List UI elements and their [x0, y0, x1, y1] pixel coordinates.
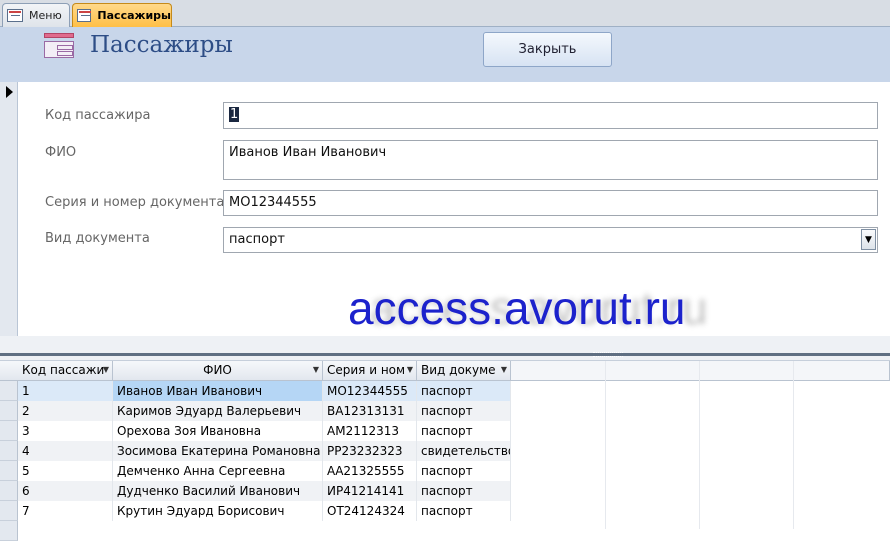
- column-header-id[interactable]: Код пассажи ▼: [18, 361, 113, 381]
- cell-doc-number[interactable]: ОТ24124324: [323, 501, 417, 521]
- cell-fio[interactable]: Демченко Анна Сергеевна: [113, 461, 323, 481]
- watermark-text: access.avorut.ru: [348, 282, 686, 334]
- cell-doc-type[interactable]: паспорт: [417, 421, 511, 441]
- column-header-fio-label: ФИО: [203, 363, 232, 377]
- doc-type-select[interactable]: паспорт ▼: [223, 227, 878, 253]
- doc-number-field[interactable]: МО12344555: [223, 190, 878, 216]
- passenger-id-field[interactable]: 1: [223, 102, 878, 129]
- cell-id[interactable]: 7: [18, 501, 113, 521]
- sort-dropdown-icon[interactable]: ▼: [313, 365, 319, 374]
- document-tab-bar: Меню Пассажиры: [0, 0, 890, 27]
- cell-doc-type[interactable]: паспорт: [417, 401, 511, 421]
- row-selector[interactable]: [0, 381, 18, 401]
- datasheet-grid: Код пассажи ▼ ФИО ▼ Серия и ном ▼ Вид докум…: [0, 360, 890, 541]
- splitter-grip-icon[interactable]: [593, 352, 623, 357]
- empty-header-area: [511, 361, 890, 381]
- cell-doc-number[interactable]: ВА12313131: [323, 401, 417, 421]
- row-selector[interactable]: [0, 401, 18, 421]
- row-selector[interactable]: [0, 501, 18, 521]
- sort-dropdown-icon[interactable]: ▼: [407, 365, 413, 374]
- record-selector[interactable]: [0, 82, 18, 336]
- cell-doc-number[interactable]: РР23232323: [323, 441, 417, 461]
- cell-doc-type[interactable]: паспорт: [417, 481, 511, 501]
- new-record-selector[interactable]: [0, 521, 18, 541]
- current-record-arrow-icon: [6, 86, 13, 98]
- empty-column-line: [699, 361, 700, 529]
- cell-doc-number[interactable]: МО12344555: [323, 381, 417, 401]
- empty-column-line: [793, 361, 794, 529]
- doc-type-label: Вид документа: [45, 231, 150, 246]
- cell-fio[interactable]: Зосимова Екатерина Романовна: [113, 441, 323, 461]
- empty-column-line: [605, 361, 606, 529]
- select-all-corner[interactable]: [0, 361, 19, 381]
- row-selector[interactable]: [0, 441, 18, 461]
- chevron-down-icon[interactable]: ▼: [861, 229, 876, 250]
- sort-dropdown-icon[interactable]: ▼: [501, 365, 507, 374]
- doc-type-value: паспорт: [229, 232, 285, 247]
- cell-doc-type[interactable]: паспорт: [417, 501, 511, 521]
- passenger-id-label: Код пассажира: [45, 108, 151, 123]
- form-icon: [44, 33, 76, 59]
- row-selector[interactable]: [0, 421, 18, 441]
- cell-doc-number[interactable]: АА21325555: [323, 461, 417, 481]
- tab-passengers-label: Пассажиры: [97, 9, 171, 22]
- fio-label: ФИО: [45, 145, 77, 160]
- cell-doc-type[interactable]: свидетельство: [417, 441, 511, 461]
- split-form-divider[interactable]: [0, 336, 890, 360]
- sort-dropdown-icon[interactable]: ▼: [103, 365, 109, 374]
- form-icon: [7, 9, 23, 22]
- cell-doc-type[interactable]: паспорт: [417, 461, 511, 481]
- column-header-doc-type-label: Вид докуме: [421, 363, 496, 377]
- form-header: Пассажиры Закрыть: [0, 27, 890, 82]
- cell-id[interactable]: 1: [18, 381, 113, 401]
- cell-fio[interactable]: Орехова Зоя Ивановна: [113, 421, 323, 441]
- cell-fio[interactable]: Крутин Эдуард Борисович: [113, 501, 323, 521]
- form-title: Пассажиры: [90, 32, 233, 58]
- passenger-id-value: 1: [229, 107, 240, 122]
- cell-id[interactable]: 2: [18, 401, 113, 421]
- column-header-doc-number-label: Серия и ном: [327, 363, 406, 377]
- column-header-doc-type[interactable]: Вид докуме ▼: [417, 361, 511, 381]
- row-selector[interactable]: [0, 461, 18, 481]
- cell-fio[interactable]: Дудченко Василий Иванович: [113, 481, 323, 501]
- cell-id[interactable]: 6: [18, 481, 113, 501]
- column-header-id-label: Код пассажи: [22, 363, 105, 377]
- cell-fio[interactable]: Иванов Иван Иванович: [113, 381, 323, 401]
- tab-menu[interactable]: Меню: [2, 3, 70, 27]
- column-header-doc-number[interactable]: Серия и ном ▼: [323, 361, 417, 381]
- cell-id[interactable]: 4: [18, 441, 113, 461]
- tab-menu-label: Меню: [29, 9, 62, 22]
- close-button[interactable]: Закрыть: [483, 32, 612, 67]
- tab-passengers[interactable]: Пассажиры: [72, 3, 172, 27]
- form-icon: [77, 9, 92, 22]
- cell-id[interactable]: 5: [18, 461, 113, 481]
- row-selector[interactable]: [0, 481, 18, 501]
- cell-fio[interactable]: Каримов Эдуард Валерьевич: [113, 401, 323, 421]
- cell-doc-number[interactable]: ИР41214141: [323, 481, 417, 501]
- doc-number-label: Серия и номер документа: [45, 195, 225, 210]
- cell-doc-type[interactable]: паспорт: [417, 381, 511, 401]
- column-header-fio[interactable]: ФИО ▼: [113, 361, 323, 381]
- fio-field[interactable]: Иванов Иван Иванович: [223, 140, 878, 180]
- divider-line: [0, 353, 890, 356]
- cell-doc-number[interactable]: АМ2112313: [323, 421, 417, 441]
- cell-id[interactable]: 3: [18, 421, 113, 441]
